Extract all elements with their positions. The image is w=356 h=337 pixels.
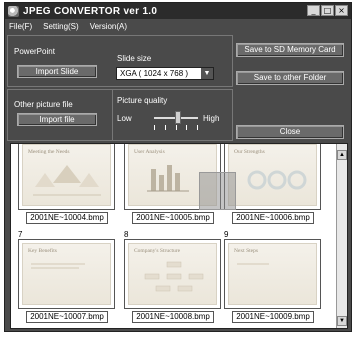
slider-tick — [175, 125, 177, 130]
thumbnail-caption: 2001NE~10006.bmp — [232, 212, 314, 224]
pyramid-graphic-icon — [33, 165, 101, 196]
thumbnail-caption: 2001NE~10009.bmp — [232, 311, 314, 323]
close-window-button[interactable]: × — [335, 5, 348, 16]
save-other-folder-button[interactable]: Save to other Folder — [236, 71, 344, 85]
slide-preview: Next Steps — [228, 243, 317, 305]
minimize-button[interactable]: _ — [307, 5, 320, 16]
slide-preview: Key Benefits — [22, 243, 111, 305]
thumbnail-number: 8 — [124, 230, 129, 239]
quality-slider-ticks — [154, 125, 198, 131]
slide-thumbnail[interactable]: Our Strengths — [224, 144, 321, 210]
thumbnail-number: 7 — [18, 230, 23, 239]
thumbnail-gallery[interactable]: Meeting the Needs 2001NE~10004.bmp User … — [10, 143, 348, 329]
slide-thumbnail[interactable]: Key Benefits — [18, 239, 115, 309]
maximize-button[interactable]: □ — [321, 5, 334, 16]
slide-size-label: Slide size — [117, 54, 152, 63]
window-controls: _ □ × — [307, 5, 348, 16]
quality-low-label: Low — [117, 114, 132, 123]
title-bar[interactable]: JPEG CONVERTOR ver 1.0 _ □ × — [5, 3, 351, 19]
slider-tick — [154, 125, 155, 130]
text-lines-graphic-icon — [237, 263, 269, 265]
scroll-down-button[interactable]: ▼ — [337, 316, 347, 326]
window-title: JPEG CONVERTOR ver 1.0 — [23, 5, 158, 17]
other-picture-label: Other picture file — [14, 100, 73, 109]
slide-preview: Meeting the Needs — [22, 144, 111, 206]
drag-selection-overlay — [199, 172, 236, 210]
quality-slider-thumb[interactable] — [175, 111, 182, 124]
thumbnail-caption: 2001NE~10007.bmp — [26, 311, 108, 323]
import-slide-button[interactable]: Import Slide — [17, 65, 97, 78]
gear-graphic-icon — [247, 170, 307, 190]
gallery-scrollbar[interactable]: ▲ ▼ — [336, 144, 347, 328]
thumbnail-caption: 2001NE~10004.bmp — [26, 212, 108, 224]
thumbnail-number: 9 — [224, 230, 229, 239]
quality-high-label: High — [203, 114, 220, 123]
chevron-down-icon[interactable]: ▼ — [201, 68, 213, 79]
slide-size-value: XGA ( 1024 x 768 ) — [120, 69, 189, 78]
menu-bar: File(F) Setting(S) Version(A) — [5, 19, 351, 34]
panel-divider — [112, 89, 113, 141]
save-sd-card-button[interactable]: Save to SD Memory Card — [236, 43, 344, 57]
import-file-button[interactable]: Import file — [17, 113, 97, 126]
scroll-up-button[interactable]: ▲ — [337, 150, 347, 160]
slide-thumbnail[interactable]: Company's Structure — [124, 239, 221, 309]
menu-setting[interactable]: Setting(S) — [43, 22, 79, 31]
slide-preview: Company's Structure — [128, 243, 217, 305]
app-icon — [8, 5, 19, 17]
slider-tick — [197, 125, 198, 130]
picture-quality-label: Picture quality — [117, 96, 168, 105]
menu-file[interactable]: File(F) — [9, 22, 32, 31]
slider-tick — [164, 125, 166, 130]
text-lines-graphic-icon — [31, 263, 85, 269]
close-button[interactable]: Close — [236, 125, 344, 139]
powerpoint-label: PowerPoint — [14, 47, 55, 56]
slide-thumbnail[interactable]: Next Steps — [224, 239, 321, 309]
thumbnail-caption: 2001NE~10008.bmp — [132, 311, 214, 323]
slider-tick — [186, 125, 188, 130]
app-window: JPEG CONVERTOR ver 1.0 _ □ × File(F) Set… — [4, 2, 352, 332]
slide-thumbnail[interactable]: Meeting the Needs — [18, 144, 115, 210]
slide-size-select[interactable]: XGA ( 1024 x 768 ) ▼ — [116, 67, 214, 80]
thumbnail-caption: 2001NE~10005.bmp — [132, 212, 214, 224]
org-chart-graphic-icon — [144, 261, 204, 292]
menu-version[interactable]: Version(A) — [90, 22, 127, 31]
slide-preview: Our Strengths — [228, 144, 317, 206]
